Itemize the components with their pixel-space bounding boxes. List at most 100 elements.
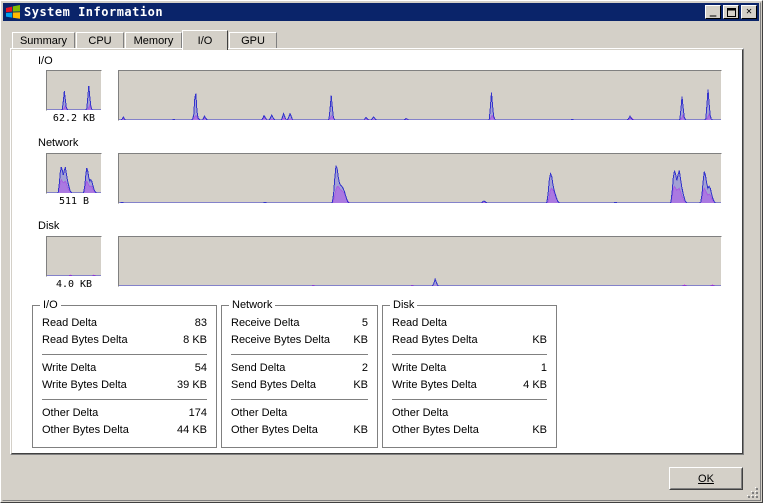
disk-history-graph[interactable] bbox=[118, 236, 722, 287]
stat-row: Read Delta 83 bbox=[42, 315, 207, 332]
stat-key: Other Delta bbox=[231, 407, 288, 419]
stat-value: 44 KB bbox=[177, 424, 207, 436]
stat-key: Read Bytes Delta bbox=[42, 334, 128, 346]
stat-row: Other Bytes Delta KB bbox=[231, 422, 368, 439]
io-tab-panel-inner: I/O 62.2 KB Network 511 B Disk 4.0 KB I/… bbox=[11, 49, 743, 454]
stat-row: Other Delta bbox=[392, 405, 547, 422]
stat-value: KB bbox=[353, 424, 368, 436]
disk-current-value: 4.0 KB bbox=[55, 279, 93, 290]
stat-row: Other Bytes Delta 44 KB bbox=[42, 422, 207, 439]
stat-row: Send Delta 2 bbox=[231, 360, 368, 377]
stat-separator bbox=[392, 399, 547, 400]
stat-row: Receive Bytes Delta KB bbox=[231, 332, 368, 349]
stat-row: Receive Delta 5 bbox=[231, 315, 368, 332]
io-tab-panel: I/O 62.2 KB Network 511 B Disk 4.0 KB I/… bbox=[10, 48, 744, 455]
stat-separator bbox=[231, 354, 368, 355]
stat-value: 174 bbox=[188, 407, 207, 419]
stat-value: 1 bbox=[540, 362, 547, 374]
tab-memory[interactable]: Memory bbox=[125, 32, 182, 49]
io-stats-body: Read Delta 83 Read Bytes Delta 8 KB Write … bbox=[42, 315, 207, 439]
stat-key: Read Bytes Delta bbox=[392, 334, 478, 346]
close-button[interactable]: ✕ bbox=[741, 5, 757, 19]
tab-memory-label: Memory bbox=[133, 35, 174, 47]
io-current-value: 62.2 KB bbox=[52, 113, 96, 124]
io-history-graph[interactable] bbox=[118, 70, 722, 121]
disk-stats-group-title: Disk bbox=[390, 299, 418, 311]
stat-row: Other Delta 174 bbox=[42, 405, 207, 422]
stat-key: Read Delta bbox=[392, 317, 448, 329]
system-information-window: System Information _ ✕ Summary CPU Memor… bbox=[0, 0, 763, 503]
minimize-button[interactable]: _ bbox=[705, 5, 721, 19]
ok-button-inner: OK bbox=[670, 468, 742, 489]
stat-key: Write Bytes Delta bbox=[392, 379, 477, 391]
tab-gpu-label: GPU bbox=[241, 35, 265, 47]
stat-value: 5 bbox=[361, 317, 368, 329]
stat-separator bbox=[392, 354, 547, 355]
stat-separator bbox=[42, 354, 207, 355]
network-stats-body: Receive Delta 5 Receive Bytes Delta KB Sen… bbox=[231, 315, 368, 439]
stat-value: 54 bbox=[194, 362, 207, 374]
resize-grip[interactable] bbox=[746, 486, 759, 499]
network-mini-graph[interactable] bbox=[46, 153, 102, 194]
stat-row: Other Bytes Delta KB bbox=[392, 422, 547, 439]
io-graph-label: I/O bbox=[38, 55, 53, 67]
stat-key: Send Bytes Delta bbox=[231, 379, 316, 391]
network-history-graph[interactable] bbox=[118, 153, 722, 204]
stat-row: Write Delta 54 bbox=[42, 360, 207, 377]
windows-flag-icon bbox=[5, 4, 21, 20]
stat-value: KB bbox=[532, 424, 547, 436]
disk-stats-group: Disk Read Delta Read Bytes Delta KB Write… bbox=[382, 299, 557, 448]
stat-row: Write Bytes Delta 39 KB bbox=[42, 377, 207, 394]
stat-key: Other Bytes Delta bbox=[392, 424, 479, 436]
network-current-value: 511 B bbox=[58, 196, 90, 207]
tab-strip: Summary CPU Memory I/O GPU bbox=[12, 30, 752, 50]
stat-row: Write Bytes Delta 4 KB bbox=[392, 377, 547, 394]
network-graph-label: Network bbox=[38, 137, 79, 149]
stat-separator bbox=[231, 399, 368, 400]
stat-value: KB bbox=[532, 334, 547, 346]
stat-value: 83 bbox=[194, 317, 207, 329]
stat-value: KB bbox=[353, 379, 368, 391]
stat-separator bbox=[42, 399, 207, 400]
window-controls: _ ✕ bbox=[705, 5, 757, 19]
tab-io-label: I/O bbox=[197, 34, 213, 47]
stat-value: KB bbox=[353, 334, 368, 346]
stat-value: 2 bbox=[361, 362, 368, 374]
close-icon: ✕ bbox=[745, 6, 753, 17]
stat-value: 8 KB bbox=[183, 334, 207, 346]
io-stats-group-title: I/O bbox=[40, 299, 61, 311]
tab-gpu[interactable]: GPU bbox=[229, 32, 277, 49]
stat-row: Read Bytes Delta KB bbox=[392, 332, 547, 349]
io-mini-graph[interactable] bbox=[46, 70, 102, 111]
stat-key: Receive Delta bbox=[231, 317, 300, 329]
tab-summary[interactable]: Summary bbox=[12, 32, 75, 49]
stat-key: Write Bytes Delta bbox=[42, 379, 127, 391]
stat-key: Other Delta bbox=[392, 407, 449, 419]
stat-key: Other Delta bbox=[42, 407, 99, 419]
disk-graph-label: Disk bbox=[38, 220, 60, 232]
tab-summary-label: Summary bbox=[19, 35, 68, 47]
stat-row: Other Delta bbox=[231, 405, 368, 422]
ok-button-label: OK bbox=[698, 473, 714, 485]
stat-row: Read Bytes Delta 8 KB bbox=[42, 332, 207, 349]
minimize-icon: _ bbox=[709, 4, 717, 17]
tab-io[interactable]: I/O bbox=[182, 30, 228, 50]
stat-key: Write Delta bbox=[42, 362, 97, 374]
network-stats-group-title: Network bbox=[229, 299, 276, 311]
ok-button[interactable]: OK bbox=[669, 467, 743, 490]
stat-key: Write Delta bbox=[392, 362, 447, 374]
stat-key: Other Bytes Delta bbox=[42, 424, 129, 436]
stat-key: Other Bytes Delta bbox=[231, 424, 318, 436]
stat-row: Read Delta bbox=[392, 315, 547, 332]
window-title: System Information bbox=[24, 5, 164, 19]
stat-row: Write Delta 1 bbox=[392, 360, 547, 377]
io-stats-group: I/O Read Delta 83 Read Bytes Delta 8 KB Wr… bbox=[32, 299, 217, 448]
stat-value: 39 KB bbox=[177, 379, 207, 391]
stat-value: 4 KB bbox=[523, 379, 547, 391]
maximize-button[interactable] bbox=[723, 5, 739, 19]
disk-mini-graph[interactable] bbox=[46, 236, 102, 277]
stat-key: Read Delta bbox=[42, 317, 98, 329]
title-bar[interactable]: System Information _ ✕ bbox=[3, 3, 759, 21]
tab-cpu[interactable]: CPU bbox=[76, 32, 124, 49]
ok-accel: O bbox=[698, 472, 707, 485]
